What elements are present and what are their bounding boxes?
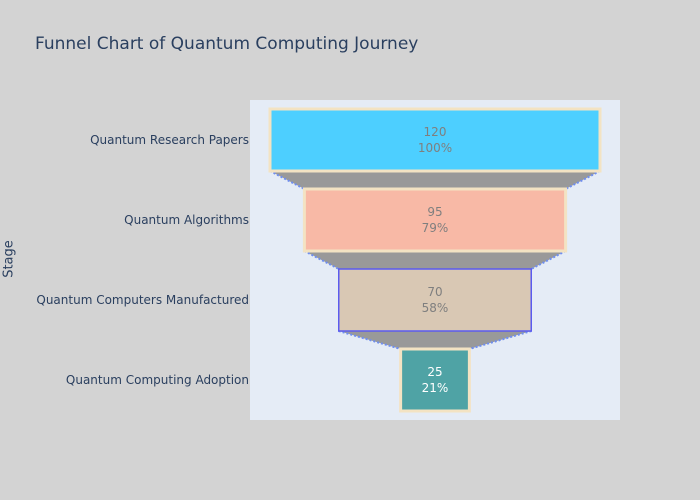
bar-value-label: 120: [424, 125, 447, 139]
funnel-connector: [304, 251, 566, 269]
funnel-bar-3: [338, 268, 532, 332]
funnel-bar-2: [302, 187, 568, 253]
funnel-bar-4: [399, 347, 471, 413]
stage-tick-label: Quantum Research Papers: [90, 133, 249, 147]
bar-value-label: 70: [427, 285, 442, 299]
funnel-chart: 120 100% Quantum Research Papers 95 79% Quant…: [36, 100, 620, 420]
bar-percent-label: 21%: [422, 381, 449, 395]
bar-value-label: 95: [427, 205, 442, 219]
bar-value-label: 25: [427, 365, 442, 379]
stage-tick-label: Quantum Computing Adoption: [66, 373, 249, 387]
funnel-bar-1: [268, 107, 602, 173]
bar-percent-label: 79%: [422, 221, 449, 235]
bar-percent-label: 100%: [418, 141, 452, 155]
bar-percent-label: 58%: [422, 301, 449, 315]
funnel-connector: [270, 171, 600, 189]
stage-tick-label: Quantum Computers Manufactured: [36, 293, 249, 307]
stage-tick-label: Quantum Algorithms: [124, 213, 249, 227]
